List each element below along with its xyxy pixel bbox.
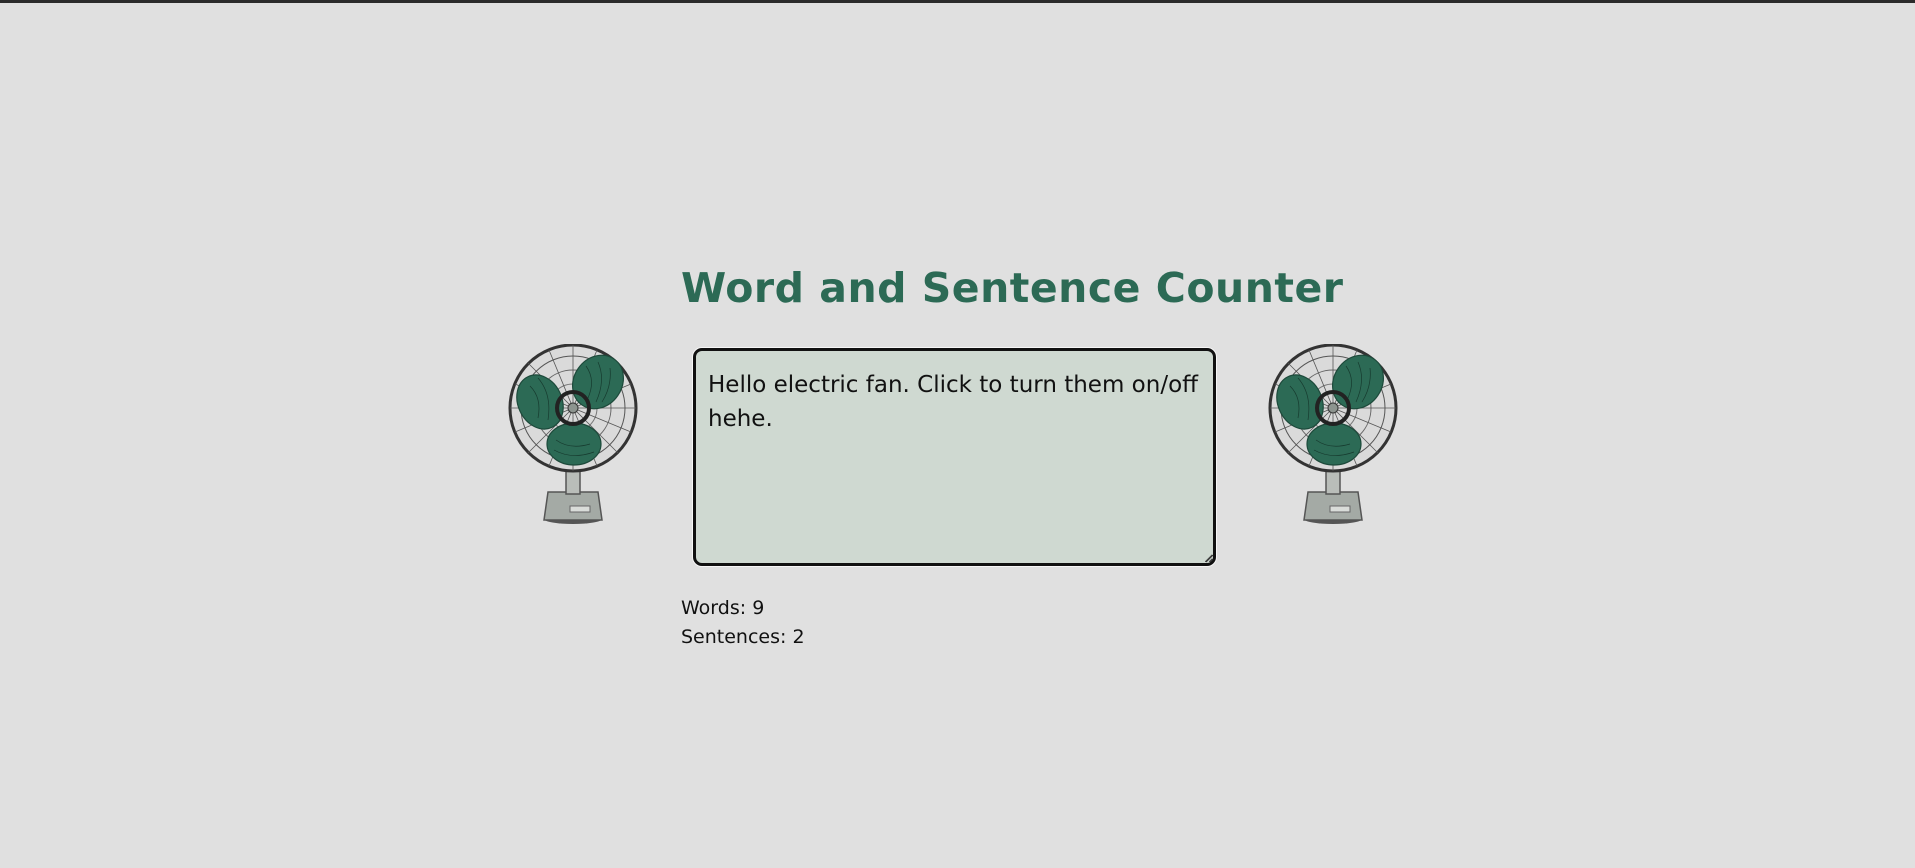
- word-count: Words: 9: [681, 594, 805, 623]
- page-title: Word and Sentence Counter: [681, 264, 1344, 312]
- text-input[interactable]: [693, 348, 1216, 566]
- right-fan-button[interactable]: [1268, 344, 1398, 526]
- sentence-count-label: Sentences:: [681, 626, 787, 648]
- top-edge-strip: [0, 0, 1915, 3]
- sentence-count: Sentences: 2: [681, 623, 805, 652]
- left-fan-button[interactable]: [508, 344, 638, 526]
- word-count-label: Words:: [681, 597, 747, 619]
- stats-panel: Words: 9 Sentences: 2: [681, 594, 805, 652]
- electric-fan-icon: [508, 344, 638, 524]
- electric-fan-icon: [1268, 344, 1398, 524]
- sentence-count-value: 2: [792, 626, 805, 648]
- word-count-value: 9: [752, 597, 765, 619]
